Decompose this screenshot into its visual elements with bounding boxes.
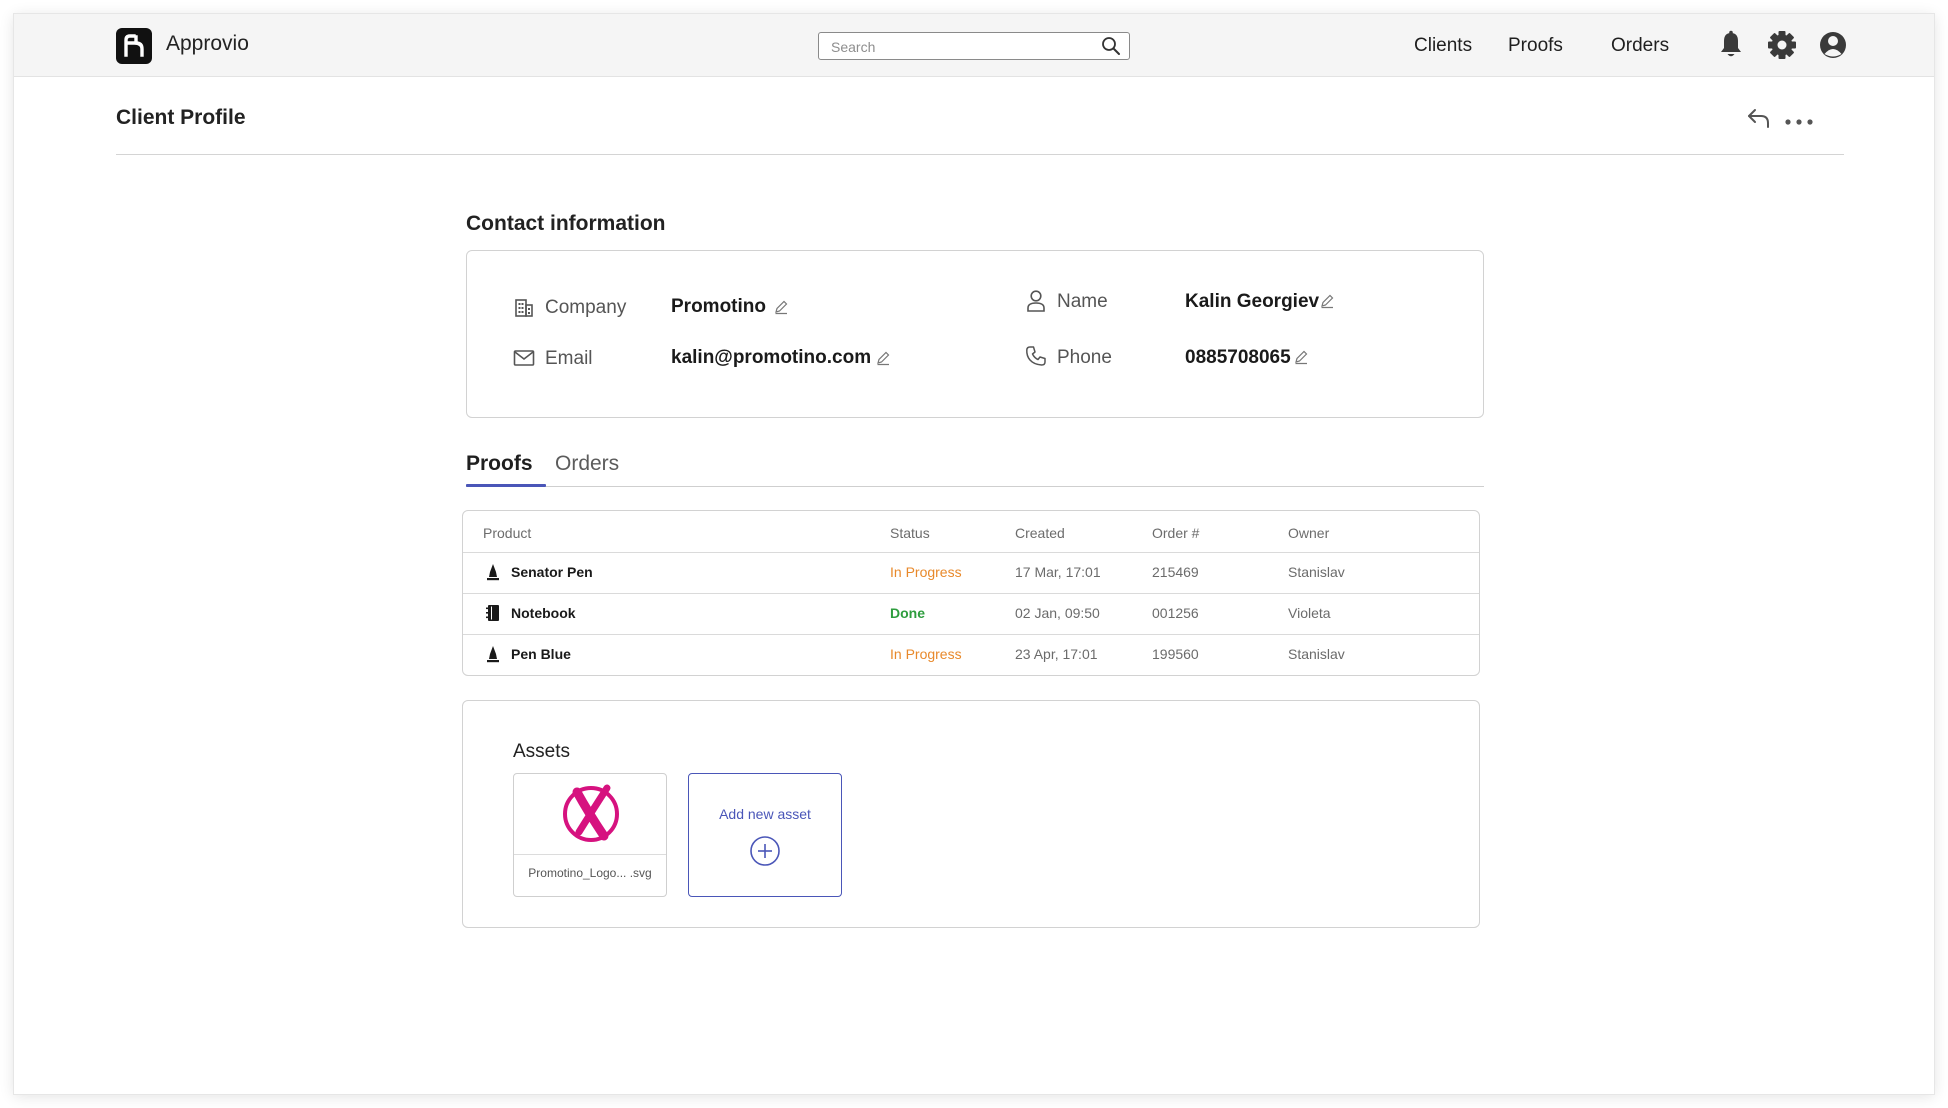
phone-label: Phone bbox=[1057, 347, 1112, 368]
asset-file-name: Promotino_Logo... .svg bbox=[528, 866, 652, 880]
edit-email-icon[interactable] bbox=[875, 350, 891, 371]
status-badge: In Progress bbox=[890, 646, 962, 662]
user-account-icon[interactable] bbox=[1816, 28, 1850, 62]
order-number: 001256 bbox=[1152, 605, 1199, 621]
promotino-logo-icon bbox=[563, 784, 619, 842]
active-tab-indicator bbox=[466, 484, 546, 487]
search-icon[interactable] bbox=[1101, 36, 1121, 61]
company-value: Promotino bbox=[671, 296, 766, 317]
nav-clients[interactable]: Clients bbox=[1414, 35, 1472, 57]
order-number: 215469 bbox=[1152, 564, 1199, 580]
edit-company-icon[interactable] bbox=[773, 299, 789, 320]
add-new-asset-button[interactable]: Add new asset bbox=[688, 773, 842, 897]
tab-orders[interactable]: Orders bbox=[555, 452, 619, 476]
product-name: Notebook bbox=[511, 605, 576, 621]
app-window: Approvio Clients Proofs Orders bbox=[14, 14, 1934, 1094]
phone-value: 0885708065 bbox=[1185, 347, 1291, 368]
contact-card: Company Promotino Email kalin@promotino.… bbox=[466, 250, 1484, 418]
column-header-product[interactable]: Product bbox=[483, 525, 531, 541]
assets-card: Assets Promotino_Logo... .svg Add new as… bbox=[462, 700, 1480, 928]
add-new-asset-label: Add new asset bbox=[719, 806, 811, 822]
app-name: Approvio bbox=[166, 32, 249, 55]
email-label: Email bbox=[545, 348, 593, 369]
person-icon bbox=[1025, 289, 1047, 318]
owner-name: Stanislav bbox=[1288, 646, 1345, 662]
owner-name: Stanislav bbox=[1288, 564, 1345, 580]
back-arrow-icon[interactable] bbox=[1746, 106, 1772, 135]
nav-orders[interactable]: Orders bbox=[1611, 35, 1669, 57]
name-label: Name bbox=[1057, 291, 1108, 312]
bell-icon[interactable] bbox=[1714, 28, 1748, 62]
page-title: Client Profile bbox=[116, 106, 246, 129]
phone-icon bbox=[1025, 345, 1047, 372]
more-options-icon[interactable] bbox=[1784, 114, 1814, 132]
asset-tile[interactable]: Promotino_Logo... .svg bbox=[513, 773, 667, 897]
header-divider bbox=[116, 154, 1844, 155]
created-date: 23 Apr, 17:01 bbox=[1015, 646, 1098, 662]
plus-circle-icon bbox=[748, 834, 782, 873]
created-date: 17 Mar, 17:01 bbox=[1015, 564, 1101, 580]
tab-proofs[interactable]: Proofs bbox=[466, 452, 533, 476]
created-date: 02 Jan, 09:50 bbox=[1015, 605, 1100, 621]
table-row[interactable]: Notebook Done 02 Jan, 09:50 001256 Viole… bbox=[463, 593, 1479, 635]
notebook-icon bbox=[485, 604, 501, 627]
assets-title: Assets bbox=[513, 741, 571, 762]
top-bar: Approvio Clients Proofs Orders bbox=[14, 14, 1934, 77]
company-label: Company bbox=[545, 297, 627, 318]
contact-section-title: Contact information bbox=[466, 212, 666, 235]
asset-thumbnail bbox=[514, 774, 666, 855]
building-icon bbox=[513, 297, 535, 324]
column-header-status[interactable]: Status bbox=[890, 525, 930, 541]
tabs-divider bbox=[466, 486, 1484, 487]
gear-icon[interactable] bbox=[1765, 28, 1799, 62]
edit-phone-icon[interactable] bbox=[1293, 349, 1309, 370]
mail-icon bbox=[513, 349, 535, 372]
owner-name: Violeta bbox=[1288, 605, 1331, 621]
pen-icon bbox=[485, 563, 501, 586]
table-row[interactable]: Senator Pen In Progress 17 Mar, 17:01 21… bbox=[463, 552, 1479, 594]
email-value: kalin@promotino.com bbox=[671, 347, 872, 368]
column-header-created[interactable]: Created bbox=[1015, 525, 1065, 541]
column-header-owner[interactable]: Owner bbox=[1288, 525, 1329, 541]
table-row[interactable]: Pen Blue In Progress 23 Apr, 17:01 19956… bbox=[463, 634, 1479, 675]
search-input[interactable] bbox=[829, 37, 1093, 57]
proofs-table: Product Status Created Order # Owner Sen… bbox=[462, 510, 1480, 676]
column-header-order[interactable]: Order # bbox=[1152, 525, 1199, 541]
product-name: Pen Blue bbox=[511, 646, 571, 662]
status-badge: Done bbox=[890, 605, 925, 621]
search-box[interactable] bbox=[818, 32, 1130, 60]
app-logo-icon[interactable] bbox=[116, 28, 152, 64]
edit-name-icon[interactable] bbox=[1319, 293, 1335, 314]
nav-proofs[interactable]: Proofs bbox=[1508, 35, 1563, 57]
name-value: Kalin Georgiev bbox=[1185, 291, 1320, 312]
product-name: Senator Pen bbox=[511, 564, 593, 580]
table-header-row: Product Status Created Order # Owner bbox=[463, 511, 1479, 553]
order-number: 199560 bbox=[1152, 646, 1199, 662]
pen-icon bbox=[485, 645, 501, 668]
status-badge: In Progress bbox=[890, 564, 962, 580]
